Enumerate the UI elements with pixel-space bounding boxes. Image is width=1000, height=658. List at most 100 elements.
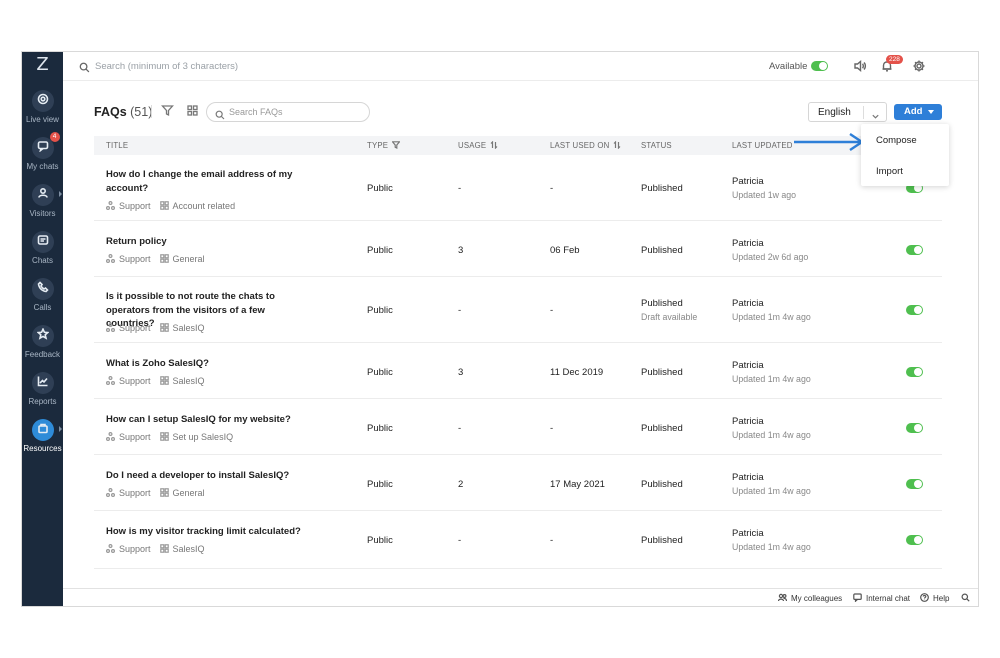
- select-divider: [863, 106, 864, 119]
- faq-status: Published: [641, 367, 683, 378]
- column-header-usage[interactable]: USAGE: [458, 140, 498, 150]
- menu-item-import[interactable]: Import: [876, 166, 903, 177]
- sidebar-item-reports[interactable]: Reports: [22, 372, 63, 406]
- department-icon: [106, 488, 119, 498]
- faq-enable-toggle[interactable]: [906, 535, 923, 545]
- faq-title[interactable]: Return policy: [106, 235, 311, 249]
- sidebar-item-label: Feedback: [24, 350, 61, 359]
- faq-meta: Support General: [106, 254, 205, 264]
- faq-category: SalesIQ: [172, 323, 205, 333]
- table-row[interactable]: Do I need a developer to install SalesIQ…: [94, 455, 942, 511]
- faq-status: Published: [641, 423, 683, 434]
- faq-status: Published: [641, 535, 683, 546]
- faq-search-placeholder: Search FAQs: [229, 107, 283, 117]
- faq-last-used: -: [550, 305, 554, 316]
- sidebar-item-label: Resources: [23, 444, 62, 453]
- column-header-label: TYPE: [367, 141, 389, 150]
- sidebar-item-visitors[interactable]: Visitors: [22, 184, 63, 218]
- faq-enable-toggle[interactable]: [906, 305, 923, 315]
- gear-icon[interactable]: [912, 59, 926, 78]
- sidebar-item-resources[interactable]: Resources: [22, 419, 63, 453]
- faq-updated-ago: Updated 2w 6d ago: [732, 252, 809, 262]
- grid-view-icon[interactable]: [186, 104, 199, 122]
- faq-usage: -: [458, 305, 462, 316]
- filter-icon[interactable]: [388, 141, 401, 150]
- column-header-type[interactable]: TYPE: [367, 141, 401, 150]
- internal-chat-label: Internal chat: [866, 594, 911, 603]
- footer-search-button[interactable]: [961, 593, 974, 603]
- faq-last-used: 06 Feb: [550, 245, 580, 256]
- faq-type: Public: [367, 245, 393, 256]
- star-icon: [35, 327, 50, 345]
- sidebar-item-calls[interactable]: Calls: [22, 278, 63, 312]
- page-title: FAQs (51): [94, 105, 152, 119]
- add-button[interactable]: Add: [894, 104, 942, 120]
- faq-type: Public: [367, 535, 393, 546]
- availability-toggle[interactable]: [811, 61, 828, 71]
- chat-bubble-icon: [37, 139, 49, 157]
- faq-meta: Support Set up SalesIQ: [106, 432, 233, 442]
- department-icon: [106, 254, 119, 264]
- column-header-status: STATUS: [641, 141, 672, 150]
- faq-status: Published: [641, 479, 683, 490]
- app-window: Z Live view 4 My chats Visitors Chats Ca…: [21, 51, 979, 607]
- faq-last-used: -: [550, 423, 554, 434]
- faq-meta: Support Account related: [106, 201, 235, 211]
- faq-department: Support: [119, 323, 151, 333]
- pointer-arrow-icon: [792, 132, 868, 157]
- phone-icon: [37, 280, 49, 298]
- sidebar-item-chats[interactable]: Chats: [22, 231, 63, 265]
- faq-updated-ago: Updated 1m 4w ago: [732, 430, 811, 440]
- expand-caret-icon: [59, 426, 62, 432]
- faq-updated-by: Patricia: [732, 472, 764, 483]
- internal-chat-button[interactable]: Internal chat: [853, 593, 910, 603]
- sidebar-item-label: Reports: [28, 397, 57, 406]
- menu-item-compose[interactable]: Compose: [876, 135, 917, 146]
- table-row[interactable]: Return policy Support General Public 3 06…: [94, 221, 942, 277]
- visitor-icon: [37, 186, 49, 204]
- caret-down-icon: [928, 110, 934, 114]
- faq-search-input[interactable]: Search FAQs: [206, 102, 370, 122]
- sound-icon[interactable]: [853, 59, 867, 78]
- faq-title[interactable]: Do I need a developer to install SalesIQ…: [106, 469, 346, 483]
- faq-category: General: [172, 488, 205, 498]
- faq-usage: 3: [458, 245, 464, 256]
- table-row[interactable]: Is it possible to not route the chats to…: [94, 277, 942, 343]
- filter-icon[interactable]: [161, 104, 174, 122]
- table-row[interactable]: How is my visitor tracking limit calcula…: [94, 511, 942, 569]
- sidebar: Z Live view 4 My chats Visitors Chats Ca…: [22, 52, 63, 606]
- sidebar-item-live-view[interactable]: Live view: [22, 90, 63, 124]
- sidebar-item-feedback[interactable]: Feedback: [22, 325, 63, 359]
- sort-icon[interactable]: [609, 140, 621, 150]
- table-row[interactable]: How do I change the email address of my …: [94, 155, 942, 221]
- sort-icon[interactable]: [486, 140, 498, 150]
- faq-title[interactable]: What is Zoho SalesIQ?: [106, 357, 311, 371]
- faq-last-used: -: [550, 183, 554, 194]
- language-select[interactable]: English: [808, 102, 887, 122]
- faq-enable-toggle[interactable]: [906, 423, 923, 433]
- category-icon: [159, 488, 173, 498]
- table-row[interactable]: What is Zoho SalesIQ? Support SalesIQ Pub…: [94, 343, 942, 399]
- faq-title[interactable]: How do I change the email address of my …: [106, 168, 311, 195]
- faq-enable-toggle[interactable]: [906, 479, 923, 489]
- column-header-last-used-on[interactable]: LAST USED ON: [550, 140, 621, 150]
- my-colleagues-button[interactable]: My colleagues: [777, 593, 842, 603]
- sidebar-item-my-chats[interactable]: 4 My chats: [22, 132, 63, 171]
- column-header-last-updated: LAST UPDATED: [732, 141, 793, 150]
- department-icon: [106, 323, 119, 333]
- faq-title[interactable]: How can I setup SalesIQ for my website?: [106, 413, 346, 427]
- header-divider: [151, 105, 152, 118]
- help-button[interactable]: Help: [920, 593, 949, 603]
- department-icon: [106, 544, 119, 554]
- faq-usage: -: [458, 423, 462, 434]
- faq-type: Public: [367, 305, 393, 316]
- global-search-input[interactable]: Search (minimum of 3 characters): [95, 61, 238, 72]
- help-icon: [920, 593, 933, 603]
- faq-enable-toggle[interactable]: [906, 245, 923, 255]
- help-label: Help: [933, 594, 950, 603]
- faq-title[interactable]: How is my visitor tracking limit calcula…: [106, 525, 346, 539]
- faq-enable-toggle[interactable]: [906, 367, 923, 377]
- table-row[interactable]: How can I setup SalesIQ for my website? …: [94, 399, 942, 455]
- faq-department: Support: [119, 488, 151, 498]
- department-icon: [106, 376, 119, 386]
